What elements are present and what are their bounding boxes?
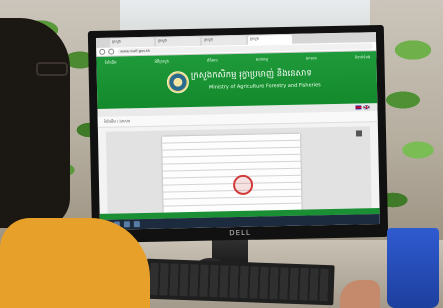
document-row [163, 196, 302, 207]
browser-tab[interactable]: ក្រសួង [201, 35, 247, 46]
nav-item[interactable]: ទំនាក់ទំនង [355, 54, 371, 60]
person-shirt [0, 218, 150, 308]
browser-tab-active[interactable]: ក្រសួង [247, 34, 293, 45]
glasses [36, 62, 68, 76]
blue-plant-pot [387, 228, 439, 308]
viewer-tool-icon[interactable] [355, 130, 363, 137]
monitor: ក្រសួង ក្រសួង ក្រសួង ក្រសួង www.maff.gov… [87, 24, 389, 244]
ministry-logo [166, 71, 190, 94]
nav-item[interactable]: ព័ត៌មាន [207, 57, 218, 63]
site-title-english: Ministry of Agriculture Forestry and Fis… [208, 82, 321, 91]
photo-scene: ក្រសួង ក្រសួង ក្រសួង ក្រសួង www.maff.gov… [0, 0, 443, 308]
document-viewer [105, 126, 372, 218]
khmer-flag-icon[interactable] [355, 105, 362, 110]
english-flag-icon[interactable] [363, 105, 370, 110]
monitor-screen: ក្រសួង ក្រសួង ក្រសួង ក្រសួង www.maff.gov… [95, 32, 380, 230]
browser-tab[interactable]: ក្រសួង [155, 36, 201, 47]
person-foreground [0, 18, 150, 308]
nav-item[interactable]: សេវាកម្ម [256, 56, 268, 62]
site-nav: ទំព័រដើម អំពីក្រសួង ព័ត៌មាន សេវាកម្ម ឯកស… [104, 54, 370, 66]
keyboard [145, 258, 335, 306]
nav-item[interactable]: អំពីក្រសួង [154, 58, 169, 64]
document-page [162, 133, 302, 217]
taskbar-app-icon[interactable] [133, 221, 140, 228]
site-title-khmer: ក្រសួងកសិកម្ម រុក្ខាប្រមាញ់ និងនេសាទ [190, 68, 312, 81]
site-header: ទំព័រដើម អំពីក្រសួង ព័ត៌មាន សេវាកម្ម ឯកស… [96, 51, 378, 109]
person-hair [0, 18, 70, 228]
hand [340, 280, 380, 308]
nav-item[interactable]: ឯកសារ [306, 55, 317, 61]
